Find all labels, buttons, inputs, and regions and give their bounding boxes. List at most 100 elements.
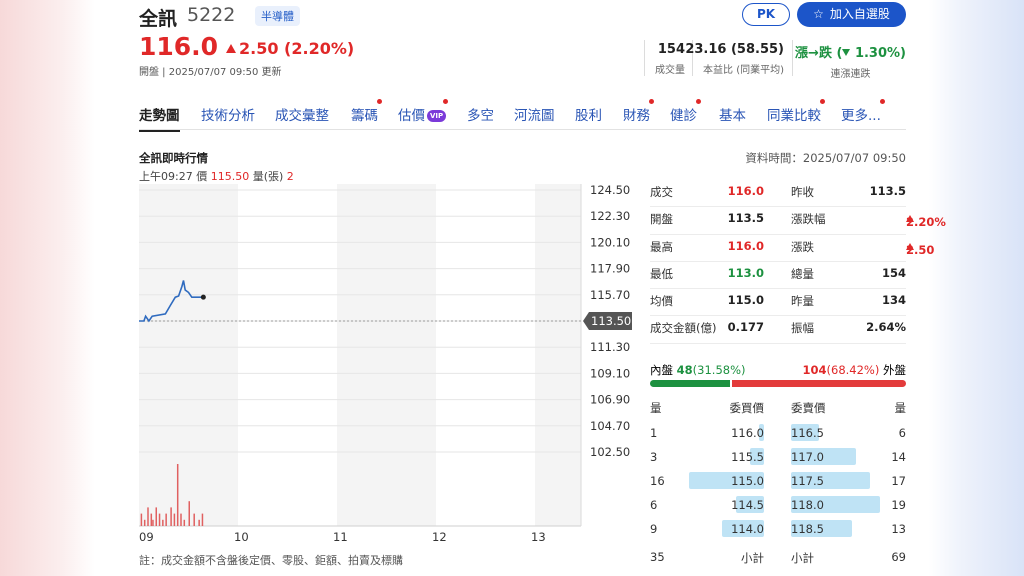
y-tick-label: 122.30 — [590, 209, 630, 223]
quote-row: 成交金額(億) 0.177 振幅 2.64% — [650, 316, 906, 344]
y-tick-label: 104.70 — [590, 419, 630, 433]
tab-technical[interactable]: 技術分析 — [201, 104, 255, 124]
volume-bar — [193, 513, 195, 526]
ask-price: 117.5 — [791, 474, 824, 488]
new-dot-icon — [879, 99, 885, 104]
quote-label: 成交金額(億) — [650, 321, 717, 336]
bid-price: 115.0 — [731, 474, 764, 488]
hour-band — [337, 184, 436, 526]
outer-label: 外盤 — [883, 363, 906, 377]
up-arrow-icon — [226, 44, 236, 53]
tab-chips[interactable]: 籌碼 — [351, 99, 382, 124]
outer-value: 104 — [802, 363, 827, 377]
quote-label: 昨收 — [791, 185, 814, 199]
ask-qty: 6 — [898, 426, 906, 440]
x-tick-label: 09 — [139, 530, 154, 544]
bid-qty: 9 — [650, 522, 658, 536]
stat-streak: 漲→跌 ( 1.30%) 連漲連跌 — [795, 42, 906, 80]
quote-label: 漲跌 — [791, 239, 814, 254]
hover-vol: 2 — [286, 170, 294, 183]
data-time: 資料時間：2025/07/07 09:50 — [745, 151, 906, 165]
tab-label: 更多... — [841, 108, 881, 124]
y-tick-label: 111.30 — [590, 340, 630, 354]
inner-volume-bar — [650, 380, 730, 387]
stat-label: 成交量 — [655, 65, 685, 76]
pk-button[interactable]: PK — [742, 3, 790, 26]
stat-value: 漲→跌 ( 1.30%) — [795, 46, 906, 61]
section-title: 全訊即時行情 — [139, 151, 208, 165]
quote-row: 均價 115.0 昨量 134 — [650, 289, 906, 317]
volume-bar — [198, 519, 200, 526]
y-tick-label: 106.90 — [590, 393, 630, 407]
ask-total: 69 — [891, 550, 906, 564]
tab-peer-compare[interactable]: 同業比較 — [767, 99, 825, 124]
stat-value: 154 — [657, 42, 685, 57]
quote-row: 成交 116.0 昨收 113.5 — [650, 180, 906, 208]
quote-label: 均價 — [650, 294, 673, 309]
tab-diagnosis[interactable]: 健診 — [670, 99, 701, 124]
bid-subtotal-label: 小計 — [741, 551, 764, 565]
new-dot-icon — [443, 99, 449, 104]
outer-volume: 104(68.42%) 外盤 — [803, 362, 907, 378]
quote-value: 115.0 — [727, 293, 764, 308]
quote-table: 成交 116.0 昨收 113.5 開盤 113.5 漲跌幅 2.20% 最高 … — [650, 180, 946, 344]
x-tick-label: 10 — [234, 530, 249, 544]
order-book-row: 1 116.0 116.5 6 — [650, 422, 906, 446]
y-tick-label: 124.50 — [590, 184, 630, 197]
tab-label: 同業比較 — [767, 108, 821, 124]
bid-price: 114.5 — [731, 498, 764, 512]
star-icon: ☆ — [813, 7, 824, 21]
intraday-chart[interactable]: 124.50 122.30 120.10 117.90 115.70 111.30 109.… — [139, 184, 639, 544]
x-tick-label: 11 — [333, 530, 348, 544]
tab-valuation[interactable]: 估價 VIP — [398, 99, 449, 124]
tab-more[interactable]: 更多... — [841, 99, 885, 124]
vip-badge: VIP — [427, 110, 447, 122]
order-book-row: 9 114.0 118.5 13 — [650, 518, 906, 542]
stat-label: 本益比 (同業平均) — [703, 65, 784, 76]
quote-value: 154 — [881, 265, 906, 280]
quote-value: 0.177 — [727, 320, 764, 335]
tab-bull-bear[interactable]: 多空 — [467, 104, 494, 124]
new-dot-icon — [696, 99, 701, 104]
stock-page: 全訊 5222 半導體 PK ☆ 加入自選股 116.0 2.50 (2.20%)… — [95, 0, 946, 576]
quote-label: 成交 — [650, 185, 673, 199]
add-watchlist-button[interactable]: ☆ 加入自選股 — [797, 2, 906, 27]
tab-financial[interactable]: 財務 — [623, 99, 654, 124]
industry-tag[interactable]: 半導體 — [255, 6, 300, 26]
price-change: 2.50 (2.20%) — [226, 39, 354, 58]
volume-bar — [188, 501, 190, 526]
tab-dividend[interactable]: 股利 — [575, 104, 602, 124]
tab-basic[interactable]: 基本 — [719, 104, 746, 124]
quote-value: 2.64% — [866, 320, 906, 335]
bid-price-header: 委買價 — [729, 401, 765, 415]
inner-label: 內盤 — [650, 363, 673, 377]
bid-qty: 1 — [650, 426, 658, 440]
new-dot-icon — [649, 99, 654, 104]
volume-bar — [147, 507, 149, 526]
quote-value-text: 2.20% — [906, 215, 946, 230]
y-tick-label: 120.10 — [590, 235, 630, 249]
tab-trend[interactable]: 走勢圖 — [139, 104, 180, 132]
order-book-row: 16 115.0 117.5 17 — [650, 470, 906, 494]
tab-bar: 走勢圖 技術分析 成交彙整 籌碼 估價 VIP 多空 河流圖 股利 財務 健診 基… — [139, 99, 906, 132]
y-tick-label: 117.90 — [590, 262, 630, 276]
divider — [644, 40, 645, 76]
volume-bar — [143, 519, 146, 526]
tab-volume-summary[interactable]: 成交彙整 — [275, 104, 329, 124]
x-tick-label: 12 — [432, 530, 447, 544]
inner-volume: 內盤 48(31.58%) — [650, 362, 746, 378]
bid-qty: 16 — [650, 474, 665, 488]
ask-qty: 17 — [891, 474, 906, 488]
volume-bar — [140, 513, 143, 526]
tab-label: 籌碼 — [351, 108, 378, 124]
bid-qty: 6 — [650, 498, 658, 512]
down-arrow-icon — [842, 49, 851, 56]
y-tick-label: 109.10 — [590, 366, 630, 380]
ask-qty: 14 — [891, 450, 906, 464]
quote-value: 113.5 — [727, 211, 764, 226]
order-book-row: 3 115.5 117.0 14 — [650, 446, 906, 470]
tab-river[interactable]: 河流圖 — [514, 104, 555, 124]
price-change-value: 2.50 (2.20%) — [239, 39, 355, 58]
stat-label: 連漲連跌 — [830, 69, 871, 80]
hover-price: 115.50 — [210, 170, 250, 183]
